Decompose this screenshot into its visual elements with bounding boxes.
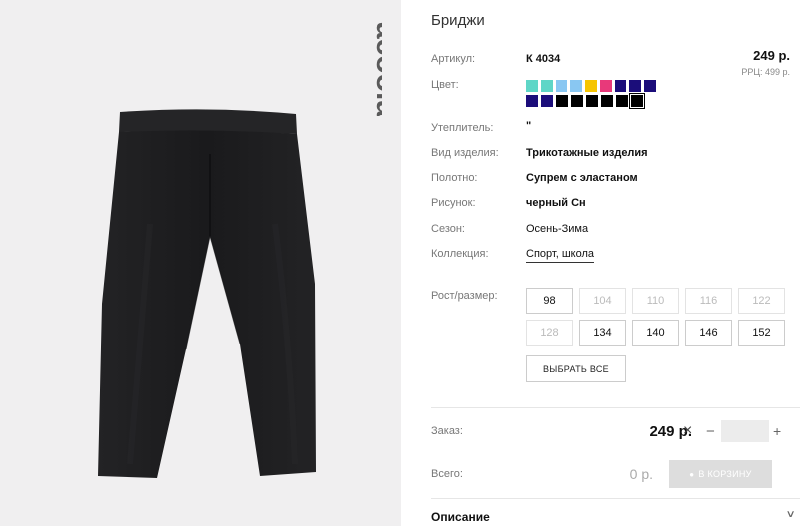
product-rrp: РРЦ: 499 р. bbox=[741, 67, 790, 77]
fabric-value: Супрем с эластаном bbox=[526, 172, 638, 184]
pattern-label: Рисунок: bbox=[431, 197, 476, 209]
total-value: 0 р. bbox=[629, 466, 653, 482]
pattern-value: черный Сн bbox=[526, 197, 586, 209]
color-swatch[interactable] bbox=[601, 95, 613, 107]
size-option-134[interactable]: 134 bbox=[579, 320, 626, 346]
brand-logo-text: acoola bbox=[370, 22, 382, 116]
size-option-110: 110 bbox=[632, 288, 679, 314]
color-swatch[interactable] bbox=[526, 80, 538, 92]
size-row: 98 104 110 116 122 bbox=[526, 288, 785, 314]
add-to-cart-label: В КОРЗИНУ bbox=[698, 469, 752, 479]
insulation-label: Утеплитель: bbox=[431, 122, 494, 134]
brand-logo: acoola bbox=[370, 22, 382, 116]
swatch-row bbox=[526, 93, 656, 109]
select-all-sizes-button[interactable]: ВЫБРАТЬ ВСЕ bbox=[526, 355, 626, 382]
color-swatch[interactable] bbox=[555, 80, 568, 92]
type-value: Трикотажные изделия bbox=[526, 147, 648, 159]
color-swatch[interactable] bbox=[541, 95, 553, 107]
size-option-98[interactable]: 98 bbox=[526, 288, 573, 314]
quantity-input[interactable] bbox=[721, 420, 769, 442]
chevron-down-icon[interactable]: ∨ bbox=[786, 509, 796, 520]
season-value: Осень-Зима bbox=[526, 223, 589, 235]
cart-icon: ● bbox=[689, 469, 695, 479]
color-swatch[interactable] bbox=[585, 80, 597, 92]
collection-label: Коллекция: bbox=[431, 248, 489, 260]
type-label: Вид изделия: bbox=[431, 147, 499, 159]
season-label: Сезон: bbox=[431, 223, 465, 235]
size-row: 128 134 140 146 152 bbox=[526, 320, 785, 346]
times-icon: × bbox=[683, 422, 693, 439]
color-swatch[interactable] bbox=[599, 80, 612, 92]
color-swatch[interactable] bbox=[570, 80, 583, 92]
order-label: Заказ: bbox=[431, 425, 463, 437]
color-swatch[interactable] bbox=[526, 95, 538, 107]
add-to-cart-button[interactable]: ● В КОРЗИНУ bbox=[669, 460, 772, 488]
color-swatch[interactable] bbox=[629, 80, 642, 92]
insulation-value: " bbox=[526, 120, 532, 132]
quantity-decrement-button[interactable]: − bbox=[706, 423, 715, 440]
size-option-140[interactable]: 140 bbox=[632, 320, 679, 346]
product-details: Бриджи Артикул: К 4034 249 р. РРЦ: 499 р… bbox=[431, 0, 800, 526]
product-photo-pants bbox=[98, 109, 316, 478]
color-label: Цвет: bbox=[431, 79, 459, 91]
divider bbox=[431, 407, 800, 408]
article-label: Артикул: bbox=[431, 53, 476, 65]
color-swatch[interactable] bbox=[644, 80, 657, 92]
product-image-panel: acoola bbox=[0, 0, 401, 526]
swatch-row bbox=[526, 80, 657, 92]
product-price: 249 р. bbox=[753, 48, 790, 63]
size-option-104: 104 bbox=[579, 288, 626, 314]
article-value: К 4034 bbox=[526, 53, 561, 65]
fabric-label: Полотно: bbox=[431, 172, 478, 184]
size-option-152[interactable]: 152 bbox=[738, 320, 785, 346]
size-option-122: 122 bbox=[738, 288, 785, 314]
size-option-128: 128 bbox=[526, 320, 573, 346]
color-swatch[interactable] bbox=[614, 80, 627, 92]
total-label: Всего: bbox=[431, 468, 463, 480]
color-swatch[interactable] bbox=[571, 95, 583, 107]
size-option-146[interactable]: 146 bbox=[685, 320, 732, 346]
size-label: Рост/размер: bbox=[431, 290, 498, 302]
description-heading[interactable]: Описание bbox=[431, 510, 490, 524]
size-selector: 98 104 110 116 122 128 134 140 146 152 bbox=[526, 288, 785, 352]
quantity-increment-button[interactable]: + bbox=[773, 423, 781, 439]
color-swatches bbox=[526, 80, 657, 110]
product-title: Бриджи bbox=[431, 12, 485, 29]
divider bbox=[431, 498, 800, 499]
size-option-116: 116 bbox=[685, 288, 732, 314]
color-swatch[interactable] bbox=[586, 95, 598, 107]
color-swatch[interactable] bbox=[556, 95, 568, 107]
collection-link[interactable]: Спорт, школа bbox=[526, 248, 594, 263]
color-swatch[interactable] bbox=[629, 93, 645, 109]
color-swatch[interactable] bbox=[540, 80, 553, 92]
color-swatch[interactable] bbox=[616, 95, 628, 107]
